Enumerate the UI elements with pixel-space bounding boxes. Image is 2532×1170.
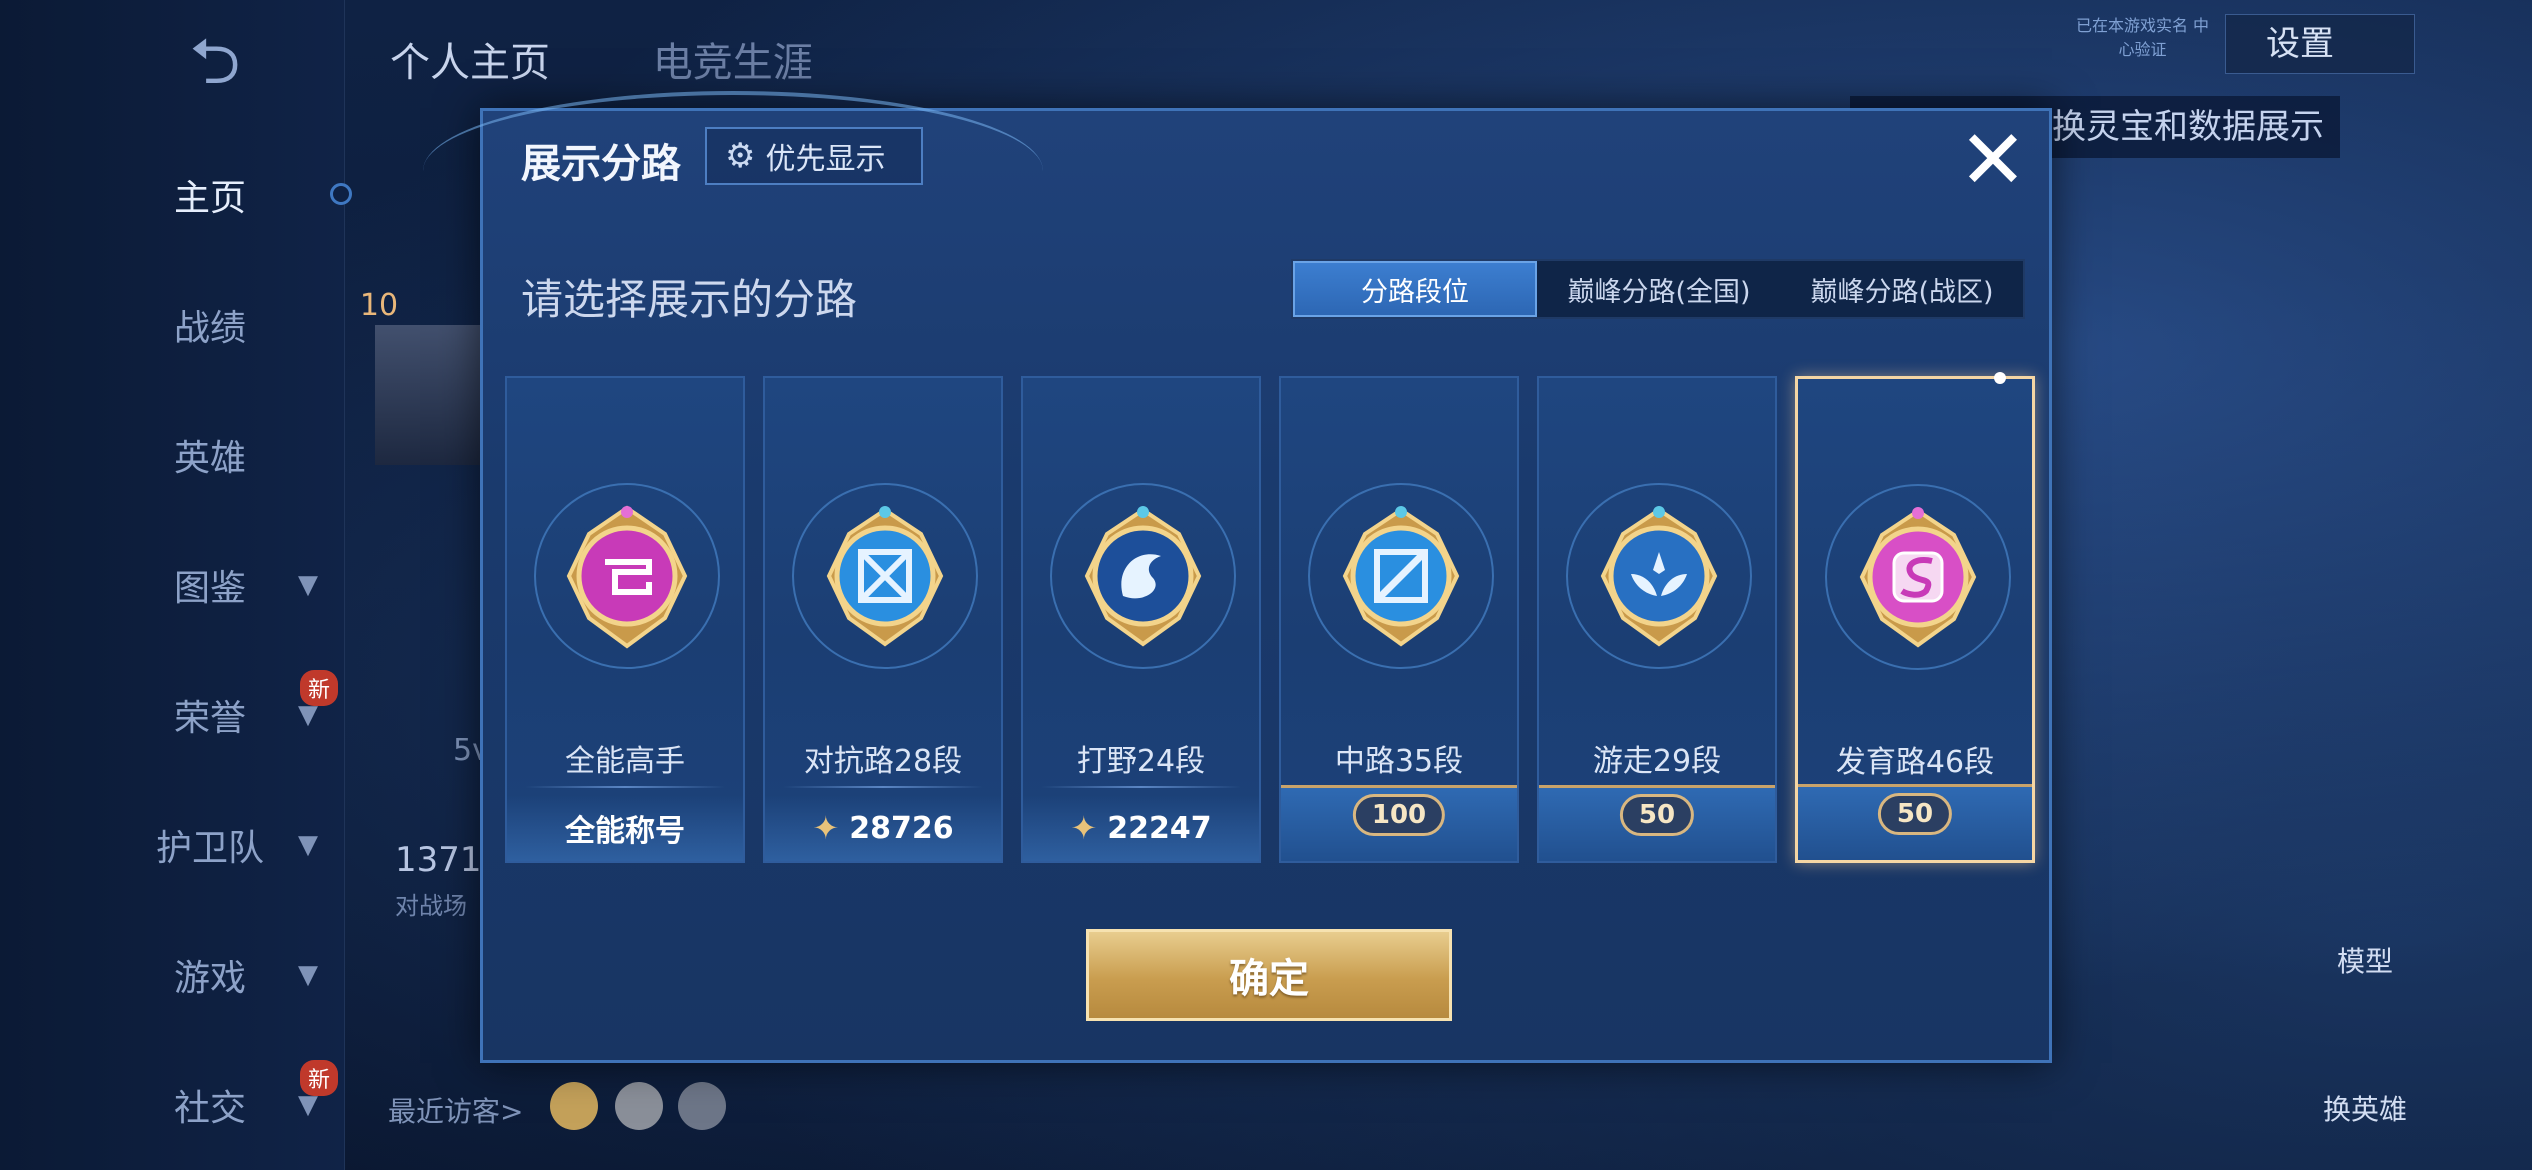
dialog-title: 展示分路	[521, 141, 681, 187]
lane-card-farm[interactable]: 发育路46段 50	[1795, 372, 2035, 863]
switch-hero-button[interactable]: 换英雄	[2300, 1088, 2430, 1128]
farm-lane-emblem-icon	[1825, 484, 2011, 670]
lane-name: 对抗路28段	[803, 744, 963, 779]
chevron-down-icon: ▼	[298, 960, 318, 990]
sidebar-item-records[interactable]: 战绩	[0, 280, 345, 370]
sidebar-item-game[interactable]: 游戏 ▼	[0, 930, 345, 1020]
lane-tab-group: 分路段位 巅峰分路(全国) 巅峰分路(战区)	[1291, 259, 2025, 319]
new-badge: 新	[300, 1060, 339, 1096]
sidebar-item-heroes[interactable]: 英雄	[0, 410, 345, 500]
lane-bottom: 50	[1539, 785, 1775, 861]
lane-card-all-round[interactable]: 全能高手 全能称号	[505, 376, 745, 863]
divider	[525, 786, 725, 788]
lane-name: 发育路46段	[1835, 745, 1995, 780]
lane-bottom: 100	[1281, 785, 1517, 861]
tab-profile[interactable]: 个人主页	[390, 40, 550, 86]
sidebar-item-honor[interactable]: 荣誉 ▼ 新	[0, 670, 345, 760]
lane-name: 游走29段	[1592, 744, 1722, 779]
stat-label: 对战场	[395, 892, 467, 920]
peak-score-icon: ✦	[812, 809, 840, 847]
tab-esports[interactable]: 电竞生涯	[653, 40, 813, 86]
avatar[interactable]	[375, 325, 485, 465]
visitor-avatar[interactable]	[615, 1082, 663, 1130]
realname-badge: 已在本游戏实名 中心验证	[2075, 16, 2210, 59]
star-count-badge: 50	[1619, 794, 1695, 836]
sidebar-item-codex[interactable]: 图鉴 ▼	[0, 540, 345, 630]
lane-card-roam[interactable]: 游走29段 50	[1537, 376, 1777, 863]
chevron-down-icon: ▼	[298, 830, 318, 860]
sidebar-item-home[interactable]: 主页	[0, 150, 345, 240]
active-indicator	[330, 183, 352, 205]
lane-card-jungle[interactable]: 打野24段 ✦ 22247	[1021, 376, 1261, 863]
tab-peak-national[interactable]: 巅峰分路(全国)	[1537, 261, 1781, 317]
visitor-avatar[interactable]	[678, 1082, 726, 1130]
peak-score-icon: ✦	[1070, 809, 1098, 847]
dialog-subtitle: 请选择展示的分路	[521, 275, 858, 324]
stat-number: 1371	[395, 840, 482, 880]
tab-lane-rank[interactable]: 分路段位	[1293, 261, 1537, 317]
close-icon[interactable]: ✕	[1953, 120, 2033, 203]
new-badge: 新	[300, 670, 339, 706]
divider	[783, 786, 983, 788]
star-count-badge: 50	[1877, 793, 1953, 835]
priority-display-button[interactable]: ⚙ 优先显示	[705, 127, 923, 185]
all-round-emblem-icon	[534, 483, 720, 669]
lane-bottom: ✦ 28726	[765, 795, 1001, 861]
page-tabs: 个人主页 电竞生涯	[390, 30, 903, 88]
tab-peak-region[interactable]: 巅峰分路(战区)	[1781, 261, 2023, 317]
lane-card-list: 全能高手 全能称号 对抗路28段 ✦ 28726 打野24段 ✦ 22247 中…	[505, 372, 2035, 866]
sidebar: ⮌ 主页 战绩 英雄 图鉴 ▼ 荣誉 ▼ 新 护卫队 ▼ 游戏 ▼ 社交 ▼ 新	[0, 0, 352, 1170]
lane-bottom: 全能称号	[507, 795, 743, 861]
lane-bottom: ✦ 22247	[1023, 795, 1259, 861]
lane-name: 全能高手	[565, 744, 685, 779]
roam-emblem-icon	[1566, 483, 1752, 669]
lane-name: 打野24段	[1076, 744, 1206, 779]
model-button[interactable]: 模型	[2300, 940, 2430, 980]
star-count-badge: 100	[1352, 794, 1446, 836]
level-badge: 10	[359, 288, 399, 323]
gear-icon: ⚙	[725, 136, 756, 176]
clash-lane-emblem-icon	[792, 483, 978, 669]
settings-button[interactable]: 设置	[2225, 14, 2415, 74]
lane-card-mid[interactable]: 中路35段 100	[1279, 376, 1519, 863]
confirm-button[interactable]: 确定	[1086, 929, 1452, 1021]
lane-name: 中路35段	[1334, 744, 1464, 779]
lane-bottom: 50	[1798, 784, 2032, 860]
chevron-down-icon: ▼	[298, 570, 318, 600]
divider	[1041, 786, 1241, 788]
selection-indicator	[1994, 372, 2006, 384]
recent-visitors-link[interactable]: 最近访客>	[388, 1090, 523, 1130]
jungle-emblem-icon	[1050, 483, 1236, 669]
visitor-avatar[interactable]	[550, 1082, 598, 1130]
sidebar-item-social[interactable]: 社交 ▼ 新	[0, 1060, 345, 1150]
lane-card-clash[interactable]: 对抗路28段 ✦ 28726	[763, 376, 1003, 863]
lane-display-dialog: 展示分路 ⚙ 优先显示 ✕ 请选择展示的分路 分路段位 巅峰分路(全国) 巅峰分…	[423, 91, 2052, 1063]
back-arrow-icon[interactable]: ⮌	[160, 30, 270, 94]
mid-lane-emblem-icon	[1308, 483, 1494, 669]
sidebar-item-guard[interactable]: 护卫队 ▼	[0, 800, 345, 890]
